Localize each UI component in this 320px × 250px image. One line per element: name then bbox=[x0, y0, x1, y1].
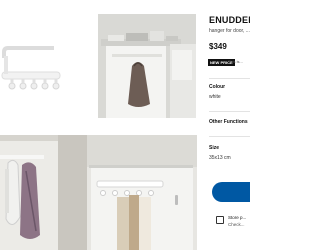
store-availability[interactable]: Store p... Check... bbox=[214, 214, 250, 228]
store-icon bbox=[216, 216, 224, 224]
gallery-image-hanger[interactable] bbox=[0, 14, 88, 118]
product-price: $349 bbox=[209, 42, 227, 51]
product-subtitle: hanger for door, ... bbox=[209, 28, 250, 34]
store-line-1: Store p... bbox=[228, 215, 247, 220]
door-shelf-image bbox=[98, 14, 196, 118]
colour-label[interactable]: Colour bbox=[209, 84, 225, 90]
divider bbox=[209, 78, 250, 79]
product-title: ENUDDEN bbox=[209, 15, 250, 25]
size-label[interactable]: Size bbox=[209, 145, 219, 151]
store-line-2: Check... bbox=[228, 222, 245, 227]
gallery-image-door-shelf[interactable] bbox=[98, 14, 196, 118]
gallery-image-towels[interactable] bbox=[87, 135, 197, 250]
hanger-product-image bbox=[1, 46, 61, 90]
towels-image bbox=[87, 135, 197, 250]
divider bbox=[209, 111, 250, 112]
door-robe-image bbox=[0, 135, 88, 250]
add-to-bag-button[interactable] bbox=[212, 182, 250, 202]
colour-value: white bbox=[209, 94, 221, 100]
gallery-image-door-robe[interactable] bbox=[0, 135, 88, 250]
price-note: This is... bbox=[228, 59, 243, 64]
other-functions-label[interactable]: Other Functions bbox=[209, 119, 248, 125]
divider bbox=[209, 136, 250, 137]
size-value: 35x13 cm bbox=[209, 155, 231, 161]
product-info-panel: ENUDDEN hanger for door, ... $349 NEW PR… bbox=[206, 0, 250, 250]
